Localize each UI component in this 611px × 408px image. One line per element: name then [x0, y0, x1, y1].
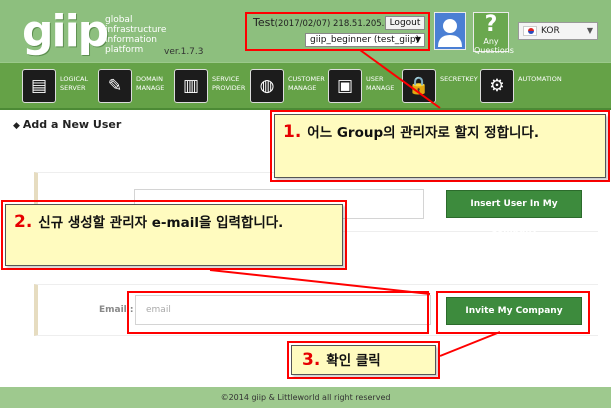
- nav-label: SECRETKEY: [440, 75, 478, 83]
- annotation-callout-2: 2. 신규 생성할 관리자 e-mail을 입력합니다.: [5, 204, 343, 266]
- nav-label: USER MANAGE: [366, 75, 395, 92]
- nav-label: CUSTOMER MANAGE: [288, 75, 325, 92]
- avatar[interactable]: [434, 12, 466, 50]
- highlight-invite-button: [436, 291, 590, 334]
- korea-flag-icon: [523, 26, 537, 36]
- nav-label: SERVICE PROVIDER: [212, 75, 246, 92]
- callout-text: 신규 생성할 관리자 e-mail을 입력합니다.: [38, 215, 284, 231]
- globe-icon: ◍: [250, 69, 284, 103]
- brush-icon: ✎: [98, 69, 132, 103]
- nav-label: LOGICAL SERVER: [60, 75, 89, 92]
- language-select-value: KOR: [541, 26, 560, 36]
- annotation-callout-3: 3. 확인 클릭: [291, 345, 436, 375]
- diamond-bullet-icon: ◆: [13, 121, 20, 131]
- language-select[interactable]: KOR ▼: [518, 22, 598, 40]
- version-label: ver.1.7.3: [164, 47, 204, 57]
- main-nav: ▤ LOGICAL SERVER ✎ DOMAIN MANAGE ▥ SERVI…: [0, 62, 611, 110]
- user-avatar-icon: [438, 19, 462, 47]
- highlight-group-select: [245, 12, 430, 51]
- nav-item-logical-server[interactable]: ▤ LOGICAL SERVER: [22, 63, 92, 109]
- callout-text: 확인 클릭: [326, 353, 381, 369]
- logo-sub-line: platform: [105, 45, 144, 55]
- highlight-email-field: [127, 291, 429, 334]
- callout-number: 1.: [283, 122, 302, 142]
- nav-item-service-provider[interactable]: ▥ SERVICE PROVIDER: [174, 63, 246, 109]
- page-title-text: Add a New User: [22, 118, 122, 131]
- nav-label: AUTOMATION: [518, 75, 562, 83]
- question-mark-icon: ?: [484, 12, 498, 37]
- lock-icon: 🔒: [402, 69, 436, 103]
- logo-sub-line: information: [105, 35, 157, 45]
- building-icon: ▥: [174, 69, 208, 103]
- page-title: ◆ Add a New User: [13, 118, 121, 131]
- gear-icon: ⚙: [480, 69, 514, 103]
- insert-user-button[interactable]: Insert User In My Company: [446, 190, 582, 235]
- nav-item-automation[interactable]: ⚙ AUTOMATION: [480, 63, 562, 109]
- annotation-callout-1: 1. 어느 Group의 관리자로 할지 정합니다.: [274, 114, 606, 178]
- dropdown-arrow-icon: ▼: [586, 26, 593, 35]
- nav-label: DOMAIN MANAGE: [136, 75, 165, 92]
- nav-item-user-manage[interactable]: ▣ USER MANAGE: [328, 63, 400, 109]
- giip-logo[interactable]: giip: [22, 8, 109, 56]
- any-questions-button[interactable]: ? Any Questions: [473, 12, 514, 55]
- logo-sub-line: global: [105, 15, 133, 25]
- callout-number: 3.: [302, 350, 321, 370]
- user-frame-icon: ▣: [328, 69, 362, 103]
- nav-item-domain-manage[interactable]: ✎ DOMAIN MANAGE: [98, 63, 168, 109]
- logo-subtitle: global infrastructure information platfo…: [105, 15, 166, 55]
- footer: ©2014 giip & Littleworld all right reser…: [0, 387, 611, 408]
- nav-item-secretkey[interactable]: 🔒 SECRETKEY: [402, 63, 478, 109]
- callout-number: 2.: [14, 212, 33, 232]
- nav-item-customer-manage[interactable]: ◍ CUSTOMER MANAGE: [250, 63, 325, 109]
- server-icon: ▤: [22, 69, 56, 103]
- help-label-line: Questions: [474, 46, 514, 55]
- logo-sub-line: infrastructure: [105, 25, 167, 35]
- callout-text: 어느 Group의 관리자로 할지 정합니다.: [307, 125, 539, 141]
- help-label-line: Any: [483, 37, 499, 46]
